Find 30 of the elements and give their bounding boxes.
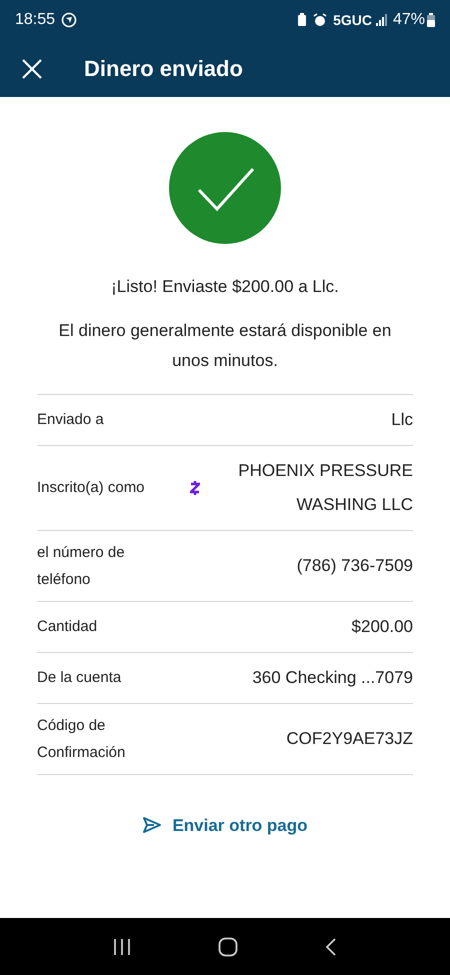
detail-label: Inscrito(a) como xyxy=(37,478,146,498)
detail-label: el número de teléfono xyxy=(37,542,126,590)
success-message: ¡Listo! Enviaste $200.00 a Llc. xyxy=(111,276,339,298)
availability-note: El dinero generalmente estará disponible en unos minutos. xyxy=(58,320,392,372)
battery-percent: 47% xyxy=(392,10,425,30)
detail-value: COF2Y9AE73JZ xyxy=(285,728,413,750)
home-icon[interactable] xyxy=(218,936,238,956)
status-time: 18:55 xyxy=(15,10,56,30)
detail-label: Enviado a xyxy=(37,410,105,430)
alarm-icon xyxy=(313,13,328,27)
signal-icon xyxy=(376,14,388,26)
close-button[interactable] xyxy=(20,56,44,80)
navigation-app-icon xyxy=(61,12,78,28)
recent-apps-icon[interactable] xyxy=(113,938,132,956)
detail-value: Llc xyxy=(390,408,413,430)
network-type: 5GUC xyxy=(333,10,372,30)
success-check-icon xyxy=(169,132,281,244)
back-icon[interactable] xyxy=(324,938,337,956)
battery-saver-icon xyxy=(297,13,308,27)
battery-icon xyxy=(427,13,435,27)
detail-value: (786) 736-7509 xyxy=(296,554,413,576)
detail-label: Código de Confirmación xyxy=(37,716,126,762)
detail-value: $200.00 xyxy=(350,616,413,638)
detail-value: 360 Checking ...7079 xyxy=(251,666,413,688)
detail-label: De la cuenta xyxy=(37,668,122,688)
send-icon xyxy=(142,816,162,834)
send-another-payment-link[interactable]: Enviar otro pago xyxy=(142,812,308,838)
detail-label: Cantidad xyxy=(37,617,98,637)
detail-value: PHOENIX PRESSURE WASHING LLC xyxy=(237,460,413,516)
screen-title: Dinero enviado xyxy=(84,55,243,83)
